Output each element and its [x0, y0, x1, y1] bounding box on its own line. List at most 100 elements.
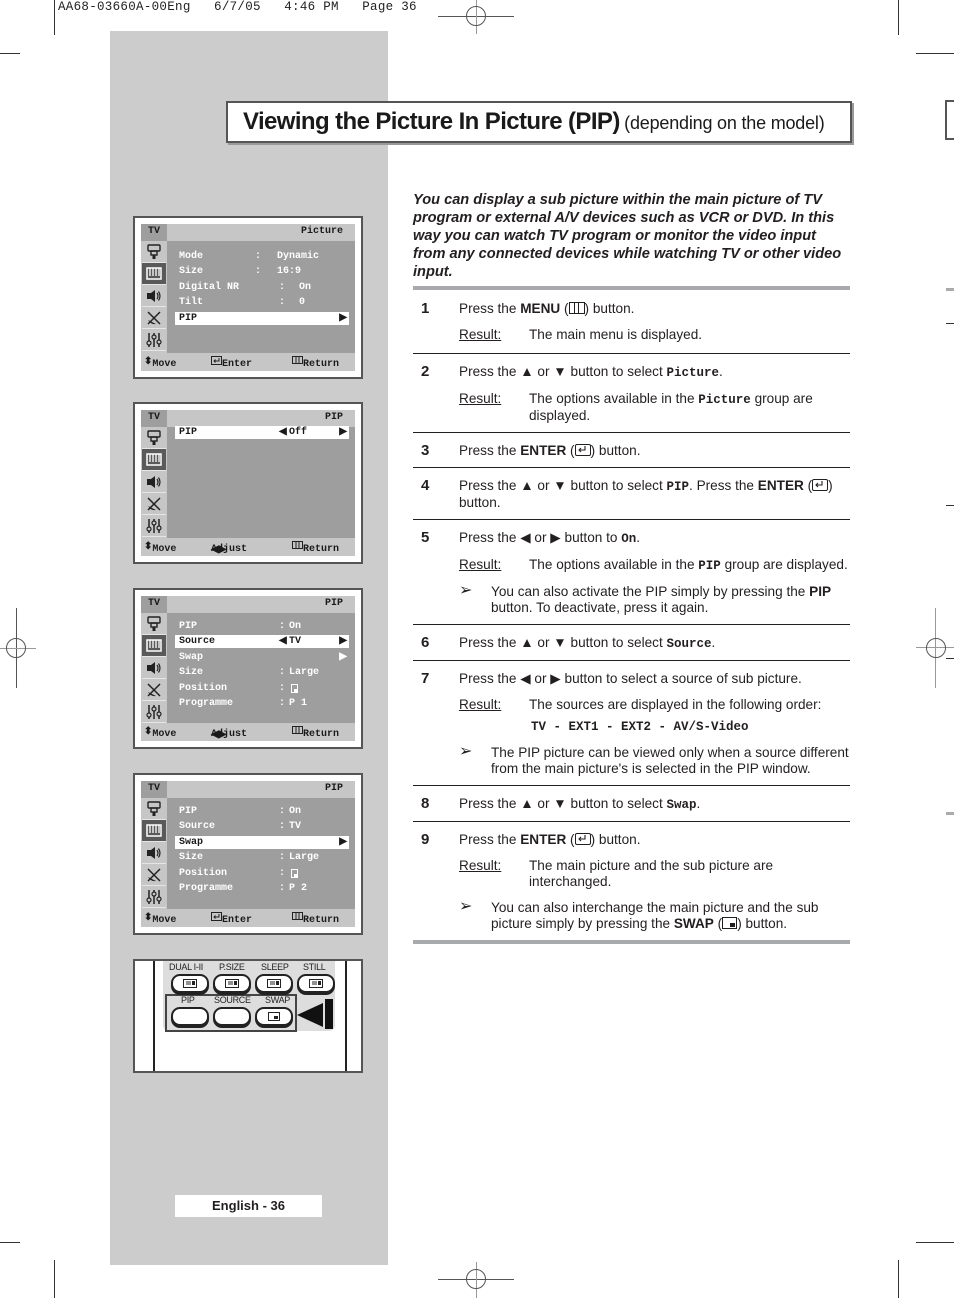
osd-row: Position: — [175, 867, 349, 880]
step-text-run: The options available in the — [529, 391, 699, 406]
picture-icon — [142, 820, 166, 842]
osd-row-key: Size — [179, 266, 204, 278]
osd-row-value: P 2 — [289, 883, 308, 894]
menu-icon — [292, 726, 303, 734]
step-text-run: Press the — [459, 443, 521, 458]
osd-row-value: Dynamic — [277, 251, 320, 262]
step-text-run: Press the ▲ or ▼ button to select — [459, 796, 667, 811]
remote-button — [171, 974, 209, 993]
button-name: MENU — [520, 301, 561, 316]
remote-button-label: PIP — [181, 995, 195, 1005]
tv-menu-screen: TV PIP PIP: On Source: TV Swap ▶ Size: Large Posit… — [133, 773, 363, 935]
osd-footer-return: Return — [292, 356, 339, 370]
step-text-run: Press the ◀ or ▶ button to select a sour… — [459, 671, 802, 686]
step-text-run: ) button. — [590, 832, 641, 847]
step-number: 6 — [421, 634, 430, 651]
crop-mark — [946, 505, 954, 506]
step-number: 8 — [421, 795, 430, 812]
tv-osd: TV PIP PIP: On Source: TV Swap ▶ Size: Large Posit… — [141, 781, 355, 927]
osd-row: PIP: On — [175, 620, 349, 633]
osd-footer: ⬍ Move Enter Return — [141, 909, 355, 927]
osd-row-separator: : — [279, 852, 286, 864]
osd-row-key: Size — [179, 667, 204, 679]
osd-row-separator: : — [279, 281, 286, 293]
step-number: 2 — [421, 363, 430, 380]
osd-row: Programme: P 1 — [175, 697, 349, 710]
osd-row-value: 0 — [299, 297, 306, 309]
osd-row-separator: : — [279, 297, 286, 309]
osd-footer-move: ⬍ Move — [144, 913, 177, 926]
osd-row-separator: ◀ — [279, 636, 287, 648]
step-text-run: ) button. — [737, 916, 788, 931]
registration-mark — [466, 6, 486, 26]
osd-footer-move: ⬍ Move — [144, 727, 177, 740]
result-label: Result: — [459, 697, 502, 712]
print-header: AA68-03660A-00Eng 6/7/05 4:46 PM Page 36 — [58, 0, 417, 14]
page-subtitle: (depending on the model) — [624, 113, 825, 133]
button-name: ENTER — [520, 443, 567, 458]
step-text-run: ( — [713, 916, 723, 931]
menu-term: Source — [666, 637, 712, 651]
osd-row-key: Swap — [179, 836, 204, 848]
osd-row-value: TV — [289, 636, 302, 648]
osd-row: Mode: Dynamic — [175, 250, 349, 263]
remote-button — [297, 974, 335, 993]
result-text: The sources are displayed in the followi… — [529, 697, 822, 712]
menu-term: PIP — [666, 480, 690, 494]
tv-osd: TV PIP PIP: On Source ◀ TV ▶ Swap ▶ Size: Large Posi… — [141, 596, 355, 741]
osd-row: Source ◀ TV ▶ — [175, 635, 349, 649]
page-title: Viewing the Picture In Picture (PIP) — [243, 108, 620, 135]
step-instruction: Press the MENU () button. — [459, 301, 850, 317]
enter-icon — [211, 912, 222, 921]
input-icon — [142, 798, 166, 820]
osd-row-separator: : — [279, 682, 286, 694]
step-text-run: ) button. — [590, 443, 641, 458]
step-instruction: Press the ▲ or ▼ button to select Source… — [459, 635, 850, 652]
osd-row-key: Programme — [179, 698, 234, 709]
button-name: ENTER — [757, 478, 804, 493]
osd-row: Position: — [175, 682, 349, 695]
step-text-run: Press the — [459, 832, 521, 847]
steps-list: 1 Press the MENU () button. Result: The mai… — [413, 286, 850, 944]
step-text-run: ( — [566, 832, 575, 847]
menu-term: PIP — [698, 559, 721, 573]
osd-row: Source: TV — [175, 820, 349, 833]
step-text-run: . — [636, 530, 641, 545]
step-text-run: button. To deactivate, press it again. — [491, 600, 709, 615]
right-arrow-icon: ▶ — [339, 427, 347, 438]
osd-row: PIP: On — [175, 805, 349, 818]
crop-mark — [54, 1260, 55, 1298]
picture-icon — [142, 449, 166, 471]
menu-term: Picture — [698, 393, 751, 407]
osd-row-key: Tilt — [179, 297, 204, 309]
setup-icon — [142, 515, 166, 537]
tv-menu-screen: TV PIP PIP: On Source ◀ TV ▶ Swap ▶ Size: Large Posi… — [133, 588, 363, 749]
step-number: 9 — [421, 831, 430, 848]
step-item: 9 Press the ENTER () button. Result: The ma… — [413, 822, 850, 940]
position-icon — [291, 683, 298, 693]
tv-osd: TV PIP PIP ◀ Off ▶ ⬍ Move ◀▶ Adjust Return — [141, 410, 355, 556]
button-name: ENTER — [520, 832, 567, 847]
sound-icon — [142, 285, 166, 307]
osd-footer: ⬍ Move ◀▶ Adjust Return — [141, 538, 355, 556]
picture-icon — [142, 263, 166, 285]
osd-row-key: PIP — [179, 621, 198, 632]
channel-icon — [142, 679, 166, 701]
registration-mark — [466, 1269, 486, 1289]
note-arrow-icon: ➢ — [459, 743, 473, 760]
step-item: 2 Press the ▲ or ▼ button to select Pictu… — [413, 354, 850, 433]
osd-row-separator: : — [279, 883, 286, 894]
step-item: 8 Press the ▲ or ▼ button to select Swap. — [413, 786, 850, 822]
osd-row-separator: : — [279, 667, 286, 679]
step-text-run: . — [696, 796, 701, 811]
osd-row: Swap ▶ — [175, 651, 349, 664]
position-icon — [291, 868, 298, 878]
tv-menu-screen: TV Picture Mode: Dynamic Size: 16:9 Digital NR… — [133, 216, 363, 379]
osd-footer: ⬍ Move Enter Return — [141, 353, 355, 371]
osd-row-value: Large — [289, 667, 320, 679]
intro-paragraph: You can display a sub picture within the… — [413, 192, 842, 280]
button-name: PIP — [809, 584, 832, 599]
osd-row-key: Mode — [179, 251, 204, 262]
osd-row-key: Swap — [179, 651, 204, 663]
step-item: 3 Press the ENTER () button. — [413, 433, 850, 468]
